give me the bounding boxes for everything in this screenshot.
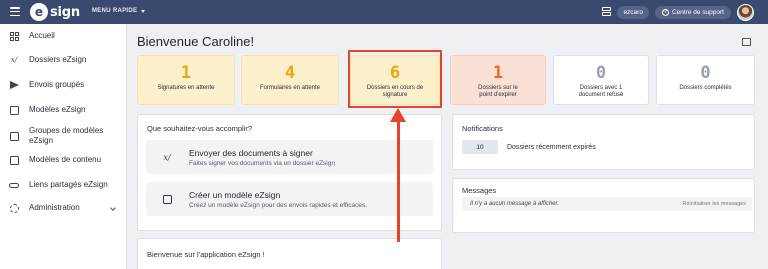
sidebar-item-envois-groupes[interactable]: Envois groupés bbox=[0, 79, 127, 91]
notification-label: Dossiers récemment expirés bbox=[507, 143, 596, 151]
top-bar-right: ezcaro ? Centre de support bbox=[602, 3, 754, 21]
stat-label: Formulaires en attente bbox=[259, 85, 321, 91]
link-icon bbox=[9, 180, 19, 190]
annotation-arrow-line bbox=[397, 118, 400, 242]
sidebar-item-label: Modèles eZsign bbox=[29, 105, 86, 114]
sidebar-item-dossiers-ezsign[interactable]: x/ Dossiers eZsign bbox=[0, 54, 127, 66]
stat-dossiers-point-expirer[interactable]: 1 Dossiers sur le point d'expirer bbox=[450, 55, 546, 105]
reset-messages-link[interactable]: Réinitialiser les messages bbox=[682, 201, 746, 207]
send-documents-action[interactable]: x/ Envoyer des documents à signer Faites… bbox=[146, 140, 433, 174]
stat-dossiers-document-refuse[interactable]: 0 Dossiers avec 1 document refusé bbox=[553, 55, 649, 105]
help-icon: ? bbox=[661, 8, 669, 16]
sidebar-item-label: Envois groupés bbox=[29, 80, 85, 89]
hamburger-menu-icon[interactable] bbox=[10, 7, 20, 16]
stat-dossiers-completes[interactable]: 0 Dossiers complétés bbox=[656, 55, 755, 105]
support-label: Centre de support bbox=[671, 8, 724, 16]
stat-label: Dossiers avec 1 document refusé bbox=[578, 85, 624, 98]
user-pill[interactable]: ezcaro bbox=[617, 5, 649, 19]
logo-letter: e bbox=[30, 3, 48, 21]
quick-menu-label: MENU RAPIDE bbox=[92, 8, 138, 14]
action-description: Faites signer vos documents via un dossi… bbox=[189, 160, 335, 167]
ezsign-logo[interactable]: e sign bbox=[30, 3, 80, 21]
messages-empty-text: Il n'y a aucun message à afficher. bbox=[470, 201, 559, 207]
logo-text: sign bbox=[50, 4, 80, 20]
create-template-action[interactable]: Créer un modèle eZsign Créez un modèle e… bbox=[146, 182, 433, 216]
messages-bar: Il n'y a aucun message à afficher. Réini… bbox=[462, 197, 752, 211]
notification-count: 10 bbox=[462, 140, 498, 154]
stat-value: 0 bbox=[700, 63, 711, 83]
stat-value: 4 bbox=[284, 63, 296, 83]
stat-label: Dossiers complétés bbox=[679, 85, 732, 91]
action-title: Créer un modèle eZsign bbox=[189, 190, 281, 200]
sidebar-item-label: Liens partagés eZsign bbox=[29, 180, 108, 189]
sidebar: Accueil x/ Dossiers eZsign Envois groupé… bbox=[0, 24, 127, 269]
notifications-card: Notifications 10 Dossiers récemment expi… bbox=[452, 114, 755, 170]
sidebar-item-accueil[interactable]: Accueil bbox=[0, 30, 127, 42]
sidebar-item-groupes-modeles[interactable]: Groupes de modèles eZsign bbox=[0, 126, 127, 146]
stat-signatures-en-attente[interactable]: 1 Signatures en attente bbox=[137, 55, 235, 105]
sidebar-item-administration[interactable]: Administration bbox=[0, 202, 127, 214]
actions-title: Que souhaitez-vous accomplir? bbox=[147, 124, 253, 133]
chevron-down-icon bbox=[110, 205, 116, 211]
notifications-title: Notifications bbox=[462, 124, 503, 133]
sidebar-item-label: Administration bbox=[29, 203, 80, 212]
welcome-card: Bienvenue sur l'application eZsign ! bbox=[137, 238, 442, 269]
messages-card: Messages Il n'y a aucun message à affich… bbox=[452, 178, 755, 233]
dashboard-icon bbox=[9, 31, 19, 41]
content-template-icon bbox=[9, 155, 19, 165]
gear-icon bbox=[9, 203, 19, 213]
storage-icon[interactable] bbox=[602, 7, 612, 17]
signature-icon: x/ bbox=[163, 152, 171, 162]
stat-value: 0 bbox=[595, 63, 607, 83]
stat-dossiers-en-cours[interactable]: 6 Dossiers en cours de signature bbox=[350, 55, 440, 105]
caret-down-icon bbox=[141, 9, 146, 13]
template-icon bbox=[9, 105, 19, 115]
stat-value: 1 bbox=[492, 63, 504, 83]
avatar[interactable] bbox=[737, 3, 754, 21]
dashboard-settings-icon[interactable] bbox=[742, 38, 751, 46]
template-group-icon bbox=[9, 131, 19, 141]
send-icon bbox=[9, 80, 19, 90]
stat-formulaires-en-attente[interactable]: 4 Formulaires en attente bbox=[241, 55, 339, 105]
sidebar-item-label: Modèles de contenu bbox=[29, 155, 102, 164]
stat-label: Dossiers sur le point d'expirer bbox=[478, 85, 518, 98]
stat-value: 1 bbox=[180, 63, 192, 83]
notification-row[interactable]: 10 Dossiers récemment expirés bbox=[462, 140, 752, 154]
messages-title: Messages bbox=[462, 186, 497, 195]
sidebar-item-liens-partages[interactable]: Liens partagés eZsign bbox=[0, 179, 127, 191]
welcome-title: Bienvenue sur l'application eZsign ! bbox=[147, 250, 265, 259]
sidebar-item-modeles-contenu[interactable]: Modèles de contenu bbox=[0, 154, 127, 166]
sidebar-item-label: Groupes de modèles eZsign bbox=[29, 126, 104, 145]
sidebar-item-label: Accueil bbox=[29, 31, 55, 40]
action-description: Créez un modèle eZsign pour des envois r… bbox=[189, 202, 368, 209]
quick-menu-button[interactable]: MENU RAPIDE bbox=[92, 8, 146, 14]
stat-label: Signatures en attente bbox=[157, 85, 215, 91]
stat-label: Dossiers en cours de signature bbox=[366, 85, 424, 98]
sidebar-item-label: Dossiers eZsign bbox=[29, 55, 87, 64]
top-bar: e sign MENU RAPIDE ezcaro ? Centre de su… bbox=[0, 0, 768, 24]
support-center-button[interactable]: ? Centre de support bbox=[654, 5, 731, 19]
action-title: Envoyer des documents à signer bbox=[189, 148, 313, 158]
template-icon bbox=[161, 193, 173, 205]
sidebar-item-modeles-ezsign[interactable]: Modèles eZsign bbox=[0, 104, 127, 116]
page-title: Bienvenue Caroline! bbox=[137, 34, 255, 49]
stat-value: 6 bbox=[389, 63, 401, 83]
signature-icon: x/ bbox=[10, 56, 18, 64]
